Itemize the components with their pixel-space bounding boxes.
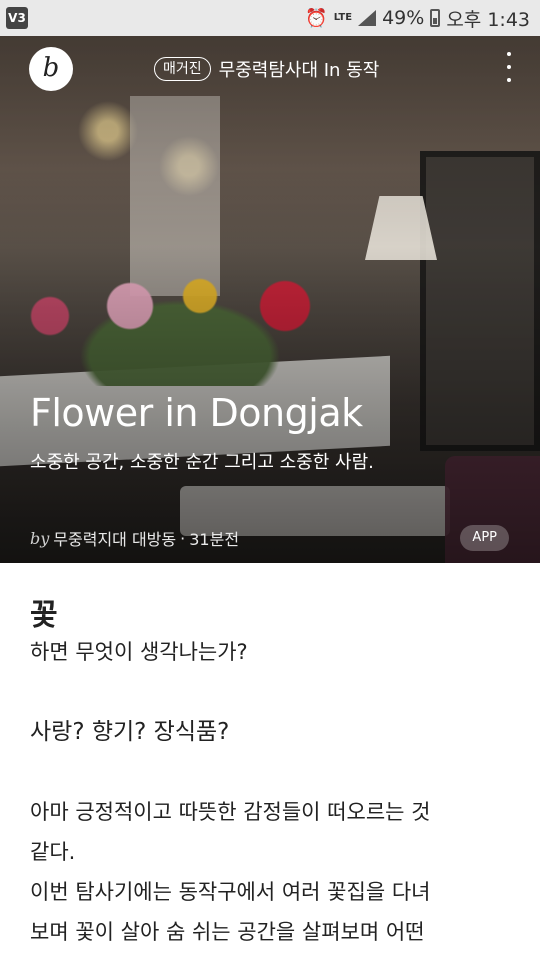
paragraph-line: 하면 무엇이 생각나는가? [30,640,248,664]
alarm-icon: ⏰ [305,7,328,29]
article-title: Flower in Dongjak [30,391,363,435]
brunch-logo-button[interactable]: b [29,47,73,91]
battery-icon [430,9,441,27]
article-heading: 꽃 [30,598,58,633]
author-name[interactable]: 무중력지대 대방동 [53,526,176,550]
magazine-badge: 매거진 [154,57,211,81]
signal-icon [358,10,377,26]
article-body: 꽃 하면 무엇이 생각나는가? 사랑? 향기? 장식품? 아마 긍정적이고 따뜻… [30,590,510,949]
battery-percent: 49% [382,7,425,29]
status-bar: V3 ⏰ LTE 49% 오후 1:43 [0,0,540,36]
clock: 오후 1:43 [446,8,530,31]
series-title: 무중력탐사대 In 동작 [218,60,380,81]
lte-icon: LTE [333,12,353,23]
cover-overlay [0,36,540,563]
paragraph-line: 사랑? 향기? 장식품? [30,719,230,745]
article-subtitle: 소중한 공간, 소중한 순간 그리고 소중한 사람. [30,452,374,473]
app-badge[interactable]: APP [460,525,509,551]
paragraph-line: 같다. [30,840,76,864]
paragraph-line: 보며 꽃이 살아 숨 쉬는 공간을 살펴보며 어떤 [30,920,425,944]
byline[interactable]: by 무중력지대 대방동 · 31분전 [30,526,239,550]
publish-time: 31분전 [189,530,240,549]
hero-cover: b 매거진 무중력탐사대 In 동작 Flower in Dongjak 소중한… [0,36,540,563]
magazine-link[interactable]: 매거진 무중력탐사대 In 동작 [154,55,379,83]
byline-separator: · [180,528,186,548]
more-options-icon[interactable] [506,52,512,82]
byline-prefix: by [30,528,50,548]
paragraph-line: 이번 탐사기에는 동작구에서 여러 꽃집을 다녀 [30,880,431,904]
status-indicators: ⏰ LTE 49% 오후 1:43 [305,0,530,36]
paragraph-line: 아마 긍정적이고 따뜻한 감정들이 떠오르는 것 [30,800,431,824]
app-notification-icon: V3 [6,7,28,29]
